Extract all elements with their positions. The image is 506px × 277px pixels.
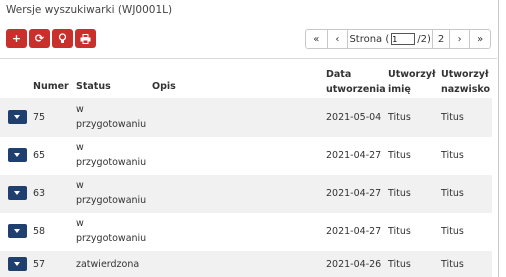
column-header-status[interactable]: Status <box>76 79 111 94</box>
cell-numer: 75 <box>33 112 46 123</box>
first-page-button[interactable]: « <box>306 30 327 48</box>
page-label: Strona ( <box>349 33 390 45</box>
lightbulb-button[interactable] <box>52 29 73 48</box>
plus-icon: + <box>11 32 22 45</box>
refresh-button[interactable]: ⟳ <box>29 29 50 48</box>
page-total: /2) <box>417 33 431 45</box>
status-line: przygotowaniu <box>76 195 147 206</box>
status-line: przygotowaniu <box>76 233 147 244</box>
status-line: w <box>76 218 84 229</box>
column-header-label: Data <box>326 69 352 80</box>
table-row[interactable]: 58 w przygotowaniu 2021-04-27 Titus Titu… <box>0 213 492 251</box>
expand-row-button[interactable] <box>8 224 27 238</box>
column-header-label: Utworzył <box>441 69 489 80</box>
column-header-data-utworzenia[interactable]: Data utworzenia <box>326 67 386 97</box>
panel-title: Wersje wyszukiwarki (WJ0001L) <box>6 4 173 16</box>
cell-utworzyl-nazwisko: Titus <box>441 150 464 161</box>
column-header-opis[interactable]: Opis <box>152 79 176 94</box>
status-line: w <box>76 104 84 115</box>
refresh-icon: ⟳ <box>34 32 45 45</box>
cell-numer: 58 <box>33 226 46 237</box>
column-header-label: utworzenia <box>326 84 386 95</box>
table-row[interactable]: 75 w przygotowaniu 2021-05-04 Titus Titu… <box>0 98 492 137</box>
header-divider <box>0 58 497 59</box>
expand-row-button[interactable] <box>8 257 27 271</box>
cell-utworzyl-nazwisko: Titus <box>441 188 464 199</box>
table-row[interactable]: 57 zatwierdzona 2021-04-26 Titus Titus <box>0 251 492 277</box>
cell-data-utworzenia: 2021-04-27 <box>326 188 382 199</box>
add-button[interactable]: + <box>6 29 27 48</box>
cell-data-utworzenia: 2021-04-27 <box>326 226 382 237</box>
cell-utworzyl-nazwisko: Titus <box>441 259 464 270</box>
cell-status: w przygotowaniu <box>76 178 146 208</box>
column-header-utworzyl-nazwisko[interactable]: Utworzył nazwisko <box>441 67 490 97</box>
cell-data-utworzenia: 2021-04-26 <box>326 259 382 270</box>
status-line: przygotowaniu <box>76 157 147 168</box>
cell-utworzyl-imie: Titus <box>388 150 411 161</box>
column-header-numer[interactable]: Numer <box>33 79 69 94</box>
cell-status: w przygotowaniu <box>76 140 146 170</box>
print-button[interactable] <box>75 29 96 48</box>
next-page-button[interactable]: › <box>448 30 470 48</box>
status-line: w <box>76 180 84 191</box>
cell-utworzyl-nazwisko: Titus <box>441 112 464 123</box>
cell-status: w przygotowaniu <box>76 102 146 132</box>
status-line: zatwierdzona <box>76 259 140 270</box>
prev-page-button[interactable]: ‹ <box>326 30 348 48</box>
page-2-button[interactable]: 2 <box>432 30 449 48</box>
cell-status: zatwierdzona <box>76 257 139 272</box>
cell-data-utworzenia: 2021-05-04 <box>326 112 382 123</box>
print-icon <box>80 33 91 44</box>
column-header-label: nazwisko <box>441 84 490 95</box>
cell-utworzyl-imie: Titus <box>388 112 411 123</box>
page-indicator: Strona ( /2) <box>347 30 432 48</box>
expand-row-button[interactable] <box>8 110 27 124</box>
column-header-label: imię <box>388 84 411 95</box>
status-line: przygotowaniu <box>76 119 147 130</box>
cell-utworzyl-imie: Titus <box>388 226 411 237</box>
lightbulb-icon <box>58 33 67 43</box>
column-header-label: Utworzył <box>388 69 436 80</box>
cell-numer: 65 <box>33 150 46 161</box>
last-page-button[interactable]: » <box>469 30 490 48</box>
cell-data-utworzenia: 2021-04-27 <box>326 150 382 161</box>
page-input[interactable] <box>391 33 416 45</box>
cell-numer: 57 <box>33 259 46 270</box>
cell-numer: 63 <box>33 188 46 199</box>
expand-row-button[interactable] <box>8 186 27 200</box>
status-line: w <box>76 142 84 153</box>
expand-row-button[interactable] <box>8 148 27 162</box>
table-row[interactable]: 63 w przygotowaniu 2021-04-27 Titus Titu… <box>0 175 492 213</box>
cell-utworzyl-imie: Titus <box>388 188 411 199</box>
table-row[interactable]: 65 w przygotowaniu 2021-04-27 Titus Titu… <box>0 137 492 175</box>
cell-status: w przygotowaniu <box>76 216 146 246</box>
pagination: « ‹ Strona ( /2) 2 › » <box>305 29 491 49</box>
panel-border <box>498 0 499 277</box>
cell-utworzyl-nazwisko: Titus <box>441 226 464 237</box>
column-header-utworzyl-imie[interactable]: Utworzył imię <box>388 67 436 97</box>
cell-utworzyl-imie: Titus <box>388 259 411 270</box>
